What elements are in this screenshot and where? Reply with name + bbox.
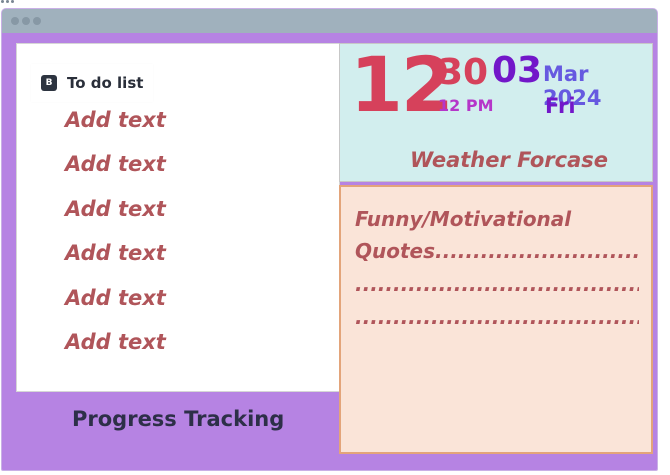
todo-item[interactable]: Add text <box>65 286 166 310</box>
todo-item[interactable]: Add text <box>65 330 166 354</box>
progress-tracking-label: Progress Tracking <box>72 407 285 431</box>
corner-dots <box>0 0 16 4</box>
todo-item[interactable]: Add text <box>65 241 166 265</box>
app-window: B To do list Add text Add text Add text … <box>1 8 658 471</box>
clock-hour: 12 <box>350 40 454 129</box>
clock-panel: 12 30 12 PM 03 Mar 2024 Fri Weather Forc… <box>339 40 653 182</box>
quote-line: ........................................… <box>355 305 639 329</box>
date-weekday: Fri <box>545 94 576 118</box>
todo-list-title: To do list <box>67 74 144 92</box>
clock-ampm: 12 PM <box>438 96 494 115</box>
todo-list-panel: B To do list Add text Add text Add text … <box>16 43 340 392</box>
quote-line: Quotes..................................… <box>355 239 639 263</box>
minimize-dot[interactable] <box>22 17 30 25</box>
quote-line: ........................................… <box>355 272 639 296</box>
todo-item[interactable]: Add text <box>65 108 166 132</box>
weather-forecast-label: Weather Forcase <box>410 148 608 172</box>
todo-item[interactable]: Add text <box>65 197 166 221</box>
bold-b-icon: B <box>41 75 57 91</box>
todo-item[interactable]: Add text <box>65 152 166 176</box>
quote-line: Funny/Motivational <box>355 207 572 231</box>
window-titlebar <box>2 9 657 33</box>
close-dot[interactable] <box>11 17 19 25</box>
maximize-dot[interactable] <box>33 17 41 25</box>
todo-list-header: B To do list <box>31 64 153 102</box>
quotes-panel[interactable]: Funny/Motivational Quotes...............… <box>339 185 653 454</box>
clock-minute: 30 <box>438 52 489 93</box>
date-day: 03 <box>492 50 543 91</box>
window-controls[interactable] <box>11 17 41 25</box>
